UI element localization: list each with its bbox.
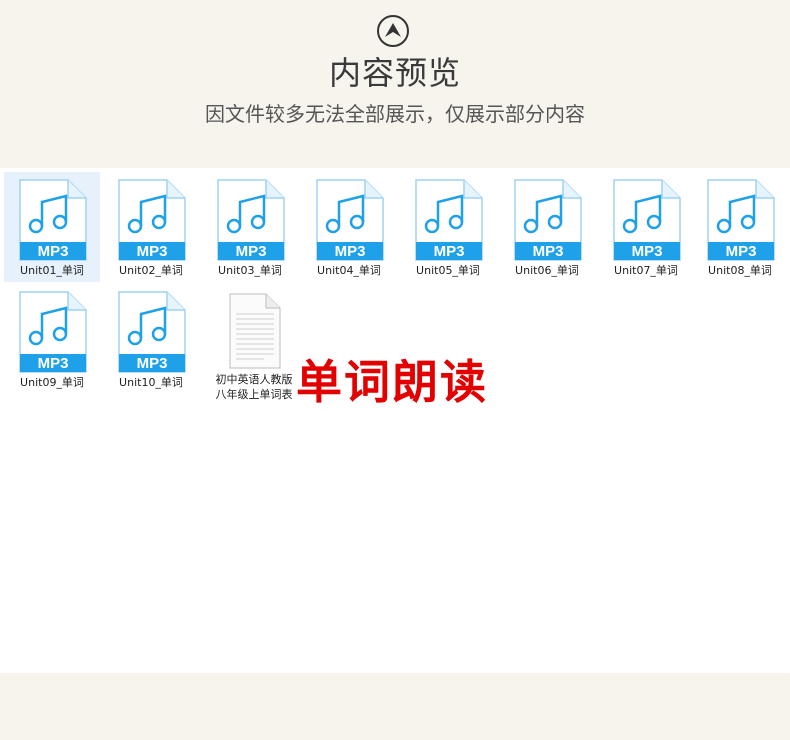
- mp3-file-icon: MP3: [415, 179, 483, 261]
- file-name: 初中英语人教版 八年级上单词表: [215, 373, 293, 401]
- svg-text:MP3: MP3: [632, 243, 663, 260]
- svg-text:MP3: MP3: [236, 243, 267, 260]
- file-name: Unit07_单词: [614, 264, 678, 277]
- file-item-mp3[interactable]: MP3 Unit07_单词: [598, 172, 694, 282]
- file-name: Unit06_单词: [515, 264, 579, 277]
- mp3-file-icon: MP3: [613, 179, 681, 261]
- file-name: Unit02_单词: [119, 264, 183, 277]
- svg-text:MP3: MP3: [335, 243, 366, 260]
- file-name: Unit09_单词: [20, 376, 84, 389]
- file-name: Unit10_单词: [119, 376, 183, 389]
- file-item-mp3[interactable]: MP3 Unit08_单词: [692, 172, 788, 282]
- svg-text:MP3: MP3: [726, 243, 757, 260]
- file-name: Unit08_单词: [708, 264, 772, 277]
- mp3-file-icon: MP3: [118, 291, 186, 373]
- page-subtitle: 因文件较多无法全部展示，仅展示部分内容: [205, 102, 585, 126]
- file-item-mp3[interactable]: MP3 Unit09_单词: [4, 284, 100, 394]
- file-name: Unit01_单词: [20, 264, 84, 277]
- word-reading-label: 单词朗读: [296, 355, 488, 409]
- mp3-file-icon: MP3: [707, 179, 775, 261]
- file-item-mp3[interactable]: MP3 Unit02_单词: [103, 172, 199, 282]
- file-item-mp3[interactable]: MP3 Unit05_单词: [400, 172, 496, 282]
- mp3-file-icon: MP3: [19, 179, 87, 261]
- svg-text:MP3: MP3: [533, 243, 564, 260]
- svg-text:MP3: MP3: [137, 243, 168, 260]
- document-icon: [229, 293, 281, 369]
- file-item-mp3[interactable]: MP3 Unit04_单词: [301, 172, 397, 282]
- mp3-file-icon: MP3: [217, 179, 285, 261]
- file-name: Unit05_单词: [416, 264, 480, 277]
- file-item-mp3[interactable]: MP3 Unit03_单词: [202, 172, 298, 282]
- svg-text:MP3: MP3: [38, 243, 69, 260]
- file-item-mp3[interactable]: MP3 Unit06_单词: [499, 172, 595, 282]
- footer-bar: [0, 673, 790, 740]
- mp3-file-icon: MP3: [19, 291, 87, 373]
- page-title: 内容预览: [328, 54, 461, 92]
- mp3-file-icon: MP3: [316, 179, 384, 261]
- svg-text:MP3: MP3: [137, 355, 168, 372]
- svg-text:MP3: MP3: [38, 355, 69, 372]
- file-name: Unit04_单词: [317, 264, 381, 277]
- file-name: Unit03_单词: [218, 264, 282, 277]
- svg-text:MP3: MP3: [434, 243, 465, 260]
- mp3-file-icon: MP3: [514, 179, 582, 261]
- file-item-document[interactable]: 初中英语人教版 八年级上单词表: [206, 286, 302, 416]
- file-item-mp3[interactable]: MP3 Unit10_单词: [103, 284, 199, 394]
- file-item-mp3[interactable]: MP3 Unit01_单词: [4, 172, 100, 282]
- up-arrow-circle-icon[interactable]: [376, 14, 410, 48]
- mp3-file-icon: MP3: [118, 179, 186, 261]
- file-preview-area: MP3 Unit01_单词 MP3 Unit02_单词 MP3 Unit03_单…: [0, 168, 790, 673]
- preview-header: 内容预览 因文件较多无法全部展示，仅展示部分内容: [0, 0, 790, 168]
